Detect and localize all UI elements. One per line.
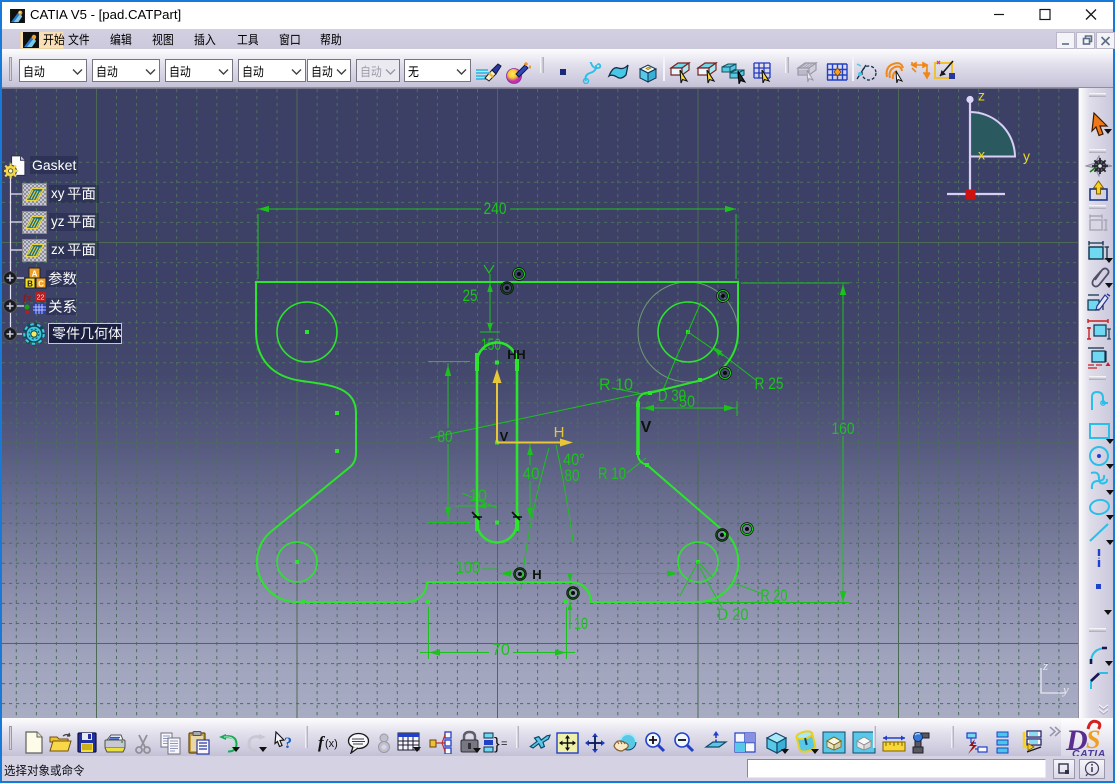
svg-text:y: y xyxy=(1061,682,1069,697)
svg-text:40: 40 xyxy=(523,465,540,483)
svg-text:25: 25 xyxy=(463,287,478,305)
svg-text:x: x xyxy=(978,147,985,163)
svg-text:22: 22 xyxy=(37,295,45,302)
svg-text:100: 100 xyxy=(456,559,481,577)
svg-text:R 25: R 25 xyxy=(755,375,784,393)
svg-text:C: C xyxy=(38,280,44,289)
svg-text:(x): (x) xyxy=(325,738,338,750)
svg-text:H: H xyxy=(507,347,516,362)
svg-text:}: } xyxy=(494,734,500,753)
svg-text:B: B xyxy=(27,280,33,289)
svg-text:80: 80 xyxy=(438,428,453,446)
svg-text:80: 80 xyxy=(565,467,580,485)
svg-text:V: V xyxy=(641,419,652,436)
svg-text:H: H xyxy=(532,567,541,582)
svg-text:H: H xyxy=(554,424,565,441)
svg-text:fx: fx xyxy=(23,293,31,304)
svg-text:R 10: R 10 xyxy=(598,465,626,483)
svg-text:R 10: R 10 xyxy=(599,376,633,394)
svg-text:150: 150 xyxy=(481,336,501,354)
svg-text:z: z xyxy=(978,89,985,104)
svg-text:A: A xyxy=(32,270,38,279)
svg-text:H: H xyxy=(516,347,525,362)
svg-text:z: z xyxy=(1042,658,1048,673)
svg-text:R 20: R 20 xyxy=(761,587,788,605)
svg-text:V: V xyxy=(500,429,509,444)
svg-text:160: 160 xyxy=(832,420,855,438)
svg-text:=: = xyxy=(501,738,507,750)
svg-text:240: 240 xyxy=(484,200,507,218)
svg-text:y: y xyxy=(1023,148,1030,164)
svg-text:?: ? xyxy=(284,735,292,752)
svg-text:D 20: D 20 xyxy=(718,606,749,624)
svg-text:10: 10 xyxy=(574,615,588,633)
svg-text:70: 70 xyxy=(492,641,510,659)
